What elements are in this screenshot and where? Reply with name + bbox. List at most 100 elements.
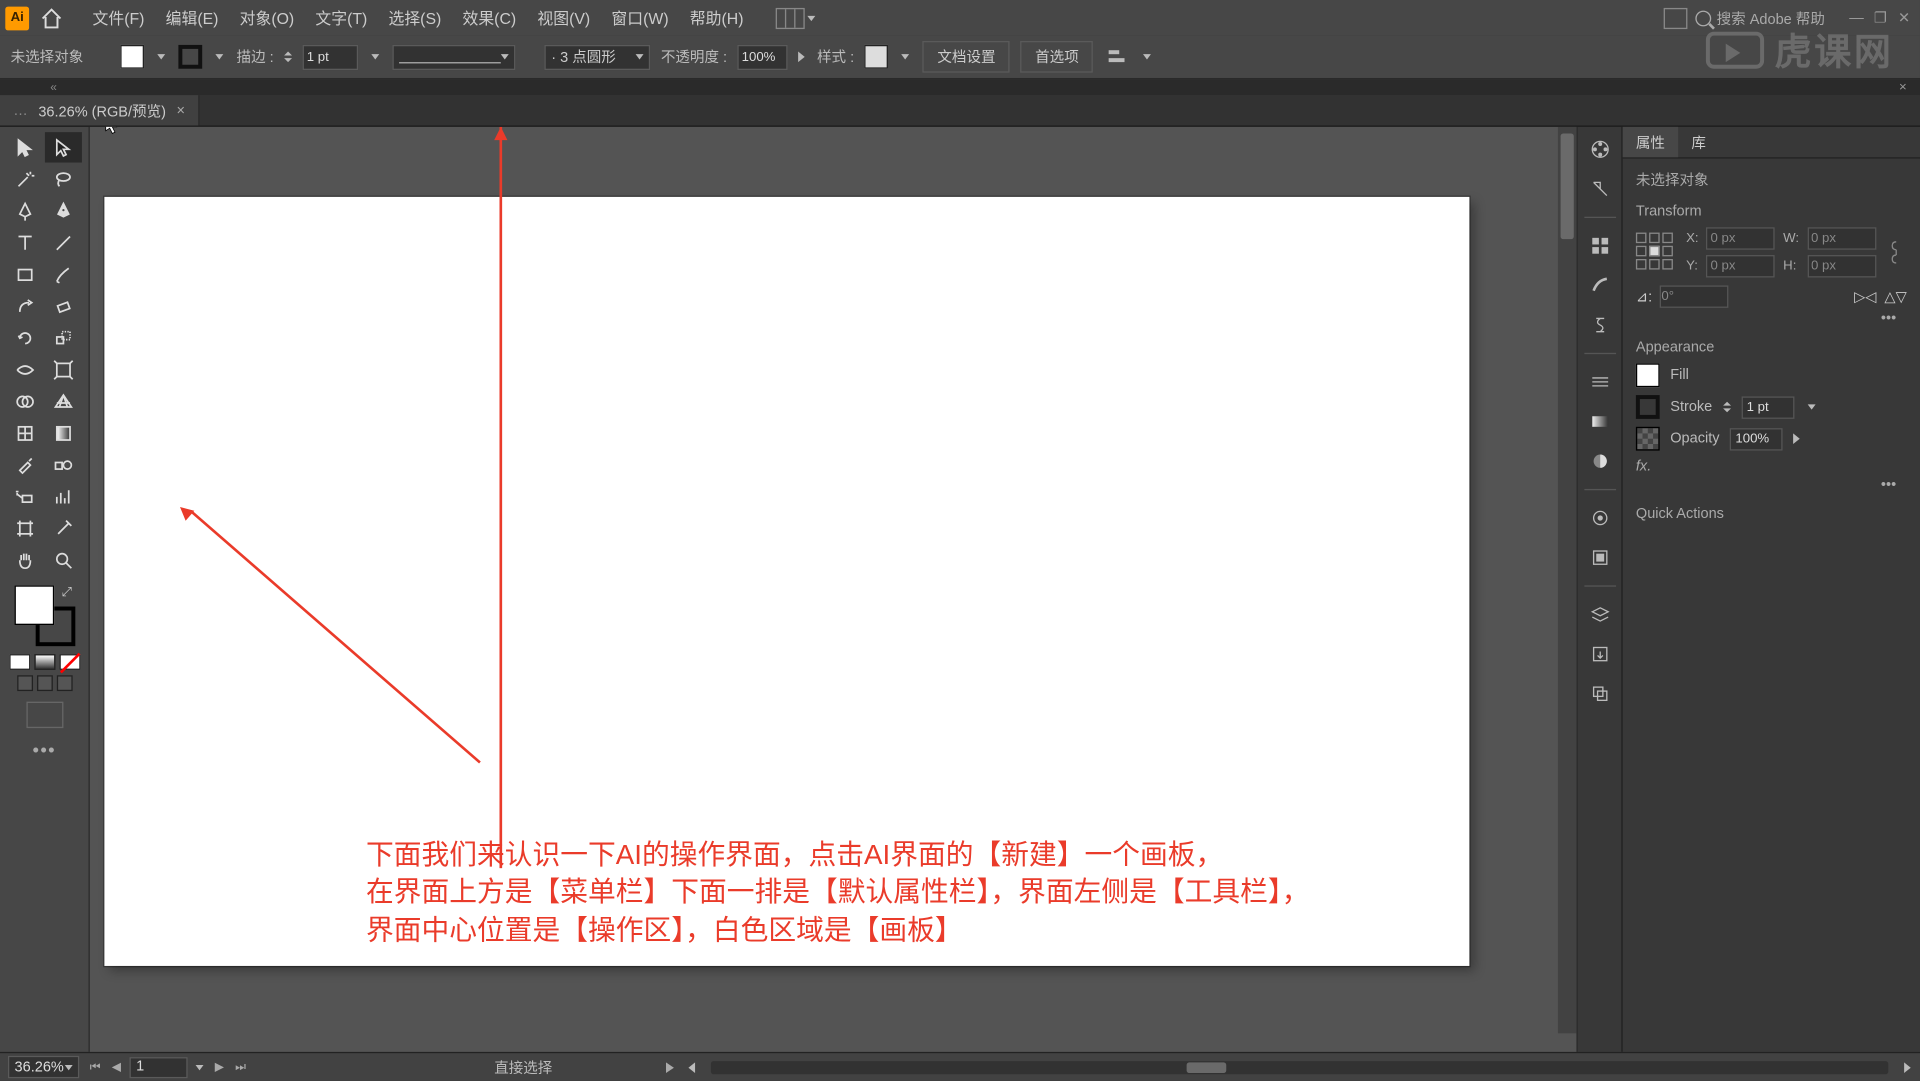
menu-select[interactable]: 选择(S): [381, 1, 450, 34]
menu-type[interactable]: 文字(T): [307, 1, 375, 34]
scroll-right-icon[interactable]: [1904, 1062, 1912, 1073]
stroke-swatch-panel[interactable]: [1636, 395, 1660, 419]
stroke-profile-select[interactable]: [393, 44, 516, 69]
menu-window[interactable]: 窗口(W): [603, 1, 676, 34]
pen-tool[interactable]: [7, 196, 44, 226]
stroke-weight-dropdown-panel[interactable]: [1805, 400, 1818, 413]
scroll-left-icon[interactable]: [687, 1062, 695, 1073]
blend-tool[interactable]: [45, 449, 82, 479]
direct-selection-tool[interactable]: [45, 132, 82, 162]
close-tab-icon[interactable]: ×: [177, 102, 186, 118]
horizontal-scrollbar[interactable]: [711, 1060, 1888, 1073]
stroke-stepper-panel[interactable]: [1723, 395, 1731, 419]
asset-export-panel-icon[interactable]: [1585, 640, 1614, 669]
shape-builder-tool[interactable]: [7, 386, 44, 416]
appearance-panel-icon[interactable]: [1585, 503, 1614, 532]
zoom-tool[interactable]: [45, 544, 82, 574]
menu-edit[interactable]: 编辑(E): [158, 1, 227, 34]
next-artboard-icon[interactable]: ▶: [211, 1059, 227, 1075]
flip-h-icon[interactable]: ▷◁: [1854, 288, 1876, 305]
align-flyout-icon[interactable]: [1104, 45, 1130, 69]
document-tab[interactable]: … 36.26% (RGB/预览) ×: [0, 95, 200, 125]
arrange-docs-icon[interactable]: [1664, 7, 1688, 28]
menu-effect[interactable]: 效果(C): [455, 1, 525, 34]
help-search[interactable]: 搜索 Adobe 帮助: [1695, 7, 1824, 28]
menu-help[interactable]: 帮助(H): [682, 1, 752, 34]
artboard-dropdown-icon[interactable]: [193, 1060, 206, 1073]
w-input[interactable]: [1807, 227, 1876, 249]
color-panel-icon[interactable]: [1585, 135, 1614, 164]
opacity-input[interactable]: [738, 44, 788, 69]
artboard-tool[interactable]: [7, 513, 44, 543]
rotate-tool[interactable]: [7, 322, 44, 352]
color-mode-none[interactable]: [59, 654, 80, 670]
style-swatch[interactable]: [865, 45, 889, 69]
type-tool[interactable]: [7, 227, 44, 257]
flip-v-icon[interactable]: △▽: [1884, 288, 1906, 305]
align-dropdown-icon[interactable]: [1141, 50, 1154, 63]
selection-tool[interactable]: [7, 132, 44, 162]
zoom-select[interactable]: 36.26%: [8, 1056, 79, 1078]
perspective-tool[interactable]: [45, 386, 82, 416]
brush-select[interactable]: · 3 点圆形: [545, 44, 651, 69]
draw-inside-icon[interactable]: [56, 675, 72, 691]
canvas-viewport[interactable]: 下面我们来认识一下AI的操作界面，点击AI界面的【新建】一个画板， 在界面上方是…: [90, 127, 1558, 1033]
color-mode-gradient[interactable]: [34, 654, 55, 670]
last-artboard-icon[interactable]: ⏭: [233, 1059, 249, 1075]
eyedropper-tool[interactable]: [7, 449, 44, 479]
artboards-panel-icon[interactable]: [1585, 679, 1614, 708]
fx-label[interactable]: fx.: [1636, 459, 1907, 475]
status-flyout-icon[interactable]: [666, 1062, 674, 1073]
window-close[interactable]: ✕: [1894, 9, 1915, 27]
shaper-tool[interactable]: [7, 291, 44, 321]
stroke-stepper[interactable]: [284, 45, 292, 69]
symbol-sprayer-tool[interactable]: [7, 481, 44, 511]
transparency-panel-icon[interactable]: [1585, 447, 1614, 476]
swap-fill-stroke-icon[interactable]: ⤢: [61, 585, 72, 600]
tab-libraries[interactable]: 库: [1678, 127, 1719, 157]
gradient-panel-icon[interactable]: [1585, 407, 1614, 436]
slice-tool[interactable]: [45, 513, 82, 543]
home-icon[interactable]: [40, 6, 64, 30]
curvature-tool[interactable]: [45, 196, 82, 226]
link-wh-icon[interactable]: [1886, 234, 1904, 271]
fill-color-icon[interactable]: [14, 585, 54, 625]
preferences-button[interactable]: 首选项: [1021, 41, 1094, 73]
transform-more-icon[interactable]: •••: [1636, 308, 1907, 329]
artboard-select[interactable]: 1: [129, 1056, 187, 1077]
opacity-swatch-panel[interactable]: [1636, 427, 1660, 451]
magic-wand-tool[interactable]: [7, 164, 44, 194]
angle-input[interactable]: [1660, 285, 1729, 307]
opacity-input-panel[interactable]: [1730, 427, 1783, 449]
graphic-styles-panel-icon[interactable]: [1585, 543, 1614, 572]
menu-object[interactable]: 对象(O): [232, 1, 302, 34]
eraser-tool[interactable]: [45, 291, 82, 321]
mesh-tool[interactable]: [7, 418, 44, 448]
stroke-panel-icon[interactable]: [1585, 367, 1614, 396]
width-tool[interactable]: [7, 354, 44, 384]
hand-tool[interactable]: [7, 544, 44, 574]
document-setup-button[interactable]: 文档设置: [923, 41, 1010, 73]
draw-behind-icon[interactable]: [36, 675, 52, 691]
x-input[interactable]: [1707, 227, 1776, 249]
brushes-panel-icon[interactable]: [1585, 271, 1614, 300]
vertical-scrollbar[interactable]: [1558, 127, 1576, 1033]
stroke-weight-panel[interactable]: [1741, 396, 1794, 418]
menu-view[interactable]: 视图(V): [529, 1, 598, 34]
edit-toolbar-icon[interactable]: •••: [33, 739, 56, 760]
opacity-flyout-icon[interactable]: [798, 52, 806, 63]
swatches-panel-icon[interactable]: [1585, 231, 1614, 260]
line-tool[interactable]: [45, 227, 82, 257]
opacity-flyout-panel[interactable]: [1794, 433, 1801, 444]
h-input[interactable]: [1807, 255, 1876, 277]
workspace-switcher[interactable]: [775, 7, 804, 28]
rectangle-tool[interactable]: [7, 259, 44, 289]
fill-swatch-panel[interactable]: [1636, 363, 1660, 387]
screen-mode-icon[interactable]: [26, 702, 63, 728]
workspace-dropdown-icon[interactable]: [804, 11, 817, 24]
first-artboard-icon[interactable]: ⏮: [87, 1059, 103, 1075]
window-minimize[interactable]: —: [1846, 9, 1867, 27]
y-input[interactable]: [1707, 255, 1776, 277]
draw-normal-icon[interactable]: [17, 675, 33, 691]
reference-point-selector[interactable]: [1636, 233, 1676, 273]
